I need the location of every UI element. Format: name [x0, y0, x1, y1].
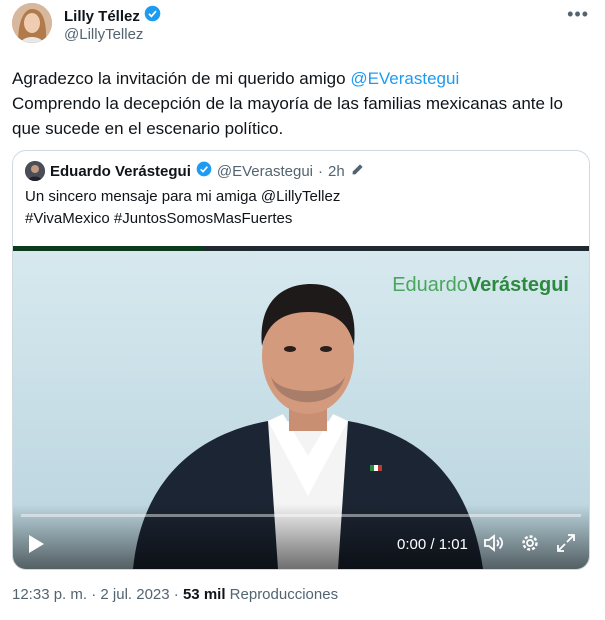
- author-name-row: Lilly Téllez: [64, 5, 161, 27]
- views-label: Reproducciones: [229, 586, 339, 603]
- post-line1: Agradezco la invitación de mi querido am…: [12, 69, 351, 88]
- more-icon[interactable]: •••: [567, 4, 589, 25]
- meta-separator: ·: [173, 586, 179, 603]
- video-brand-watermark: EduardoVerástegui: [392, 274, 569, 297]
- quote-time[interactable]: 2h: [328, 163, 345, 180]
- quoted-tweet[interactable]: Eduardo Verástegui @EVerastegui · 2h Un …: [12, 150, 590, 570]
- quote-text: Un sincero mensaje para mi amiga @LillyT…: [25, 186, 340, 230]
- post-mention-link[interactable]: @EVerastegui: [350, 69, 459, 88]
- quote-avatar[interactable]: [25, 161, 45, 181]
- author-handle[interactable]: @LillyTellez: [64, 26, 143, 43]
- quote-line1: Un sincero mensaje para mi amiga @LillyT…: [25, 188, 341, 205]
- quote-line2: #VivaMexico #JuntosSomosMasFuertes: [25, 210, 293, 227]
- video-player[interactable]: EduardoVerástegui 0:00 / 1:01: [13, 246, 589, 569]
- verified-badge-icon: [196, 161, 212, 181]
- video-time: 0:00 / 1:01: [397, 536, 468, 553]
- settings-icon[interactable]: [520, 533, 540, 558]
- video-scrubber[interactable]: [21, 514, 581, 517]
- quote-handle[interactable]: @EVerastegui: [217, 163, 313, 180]
- author-display-name[interactable]: Lilly Téllez: [64, 8, 140, 25]
- verified-badge-icon: [144, 5, 161, 27]
- post-text: Agradezco la invitación de mi querido am…: [12, 66, 592, 141]
- quote-display-name[interactable]: Eduardo Verástegui: [50, 163, 191, 180]
- volume-icon[interactable]: [483, 533, 505, 558]
- views-count: 53 mil: [182, 586, 226, 603]
- video-controls: 0:00 / 1:01: [13, 504, 589, 569]
- meta-separator: ·: [91, 586, 97, 603]
- post-meta: 12:33 p. m. · 2 jul. 2023 · 53 mil Repro…: [12, 586, 338, 603]
- post-line2: Comprendo la decepción de la mayoría de …: [12, 94, 563, 138]
- fullscreen-icon[interactable]: [556, 533, 576, 558]
- brand-bold: Verástegui: [467, 274, 569, 296]
- post-date[interactable]: 2 jul. 2023: [100, 586, 169, 603]
- play-icon[interactable]: [27, 534, 45, 559]
- author-avatar[interactable]: [12, 3, 52, 43]
- post-time[interactable]: 12:33 p. m.: [12, 586, 87, 603]
- quote-separator: ·: [318, 162, 323, 180]
- quote-header: Eduardo Verástegui @EVerastegui · 2h: [25, 161, 366, 181]
- edit-icon: [350, 161, 366, 181]
- brand-light: Eduardo: [392, 274, 468, 296]
